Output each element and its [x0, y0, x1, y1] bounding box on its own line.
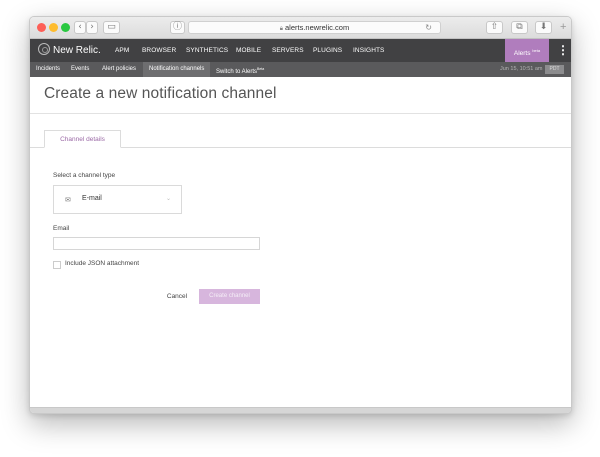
info-button[interactable]: ⓘ [170, 21, 185, 34]
nav-item-synthetics[interactable]: SYNTHETICS [186, 39, 228, 62]
json-attachment-checkbox[interactable] [53, 261, 61, 269]
nav-item-apm[interactable]: APM [115, 39, 129, 62]
subnav-item-alert-policies[interactable]: Alert policies [102, 62, 136, 77]
address-bar[interactable]: 🔒︎ alerts.newrelic.com ↻ [188, 21, 441, 34]
nav-item-alerts[interactable]: Alerts beta [505, 39, 549, 62]
subnav-item-switch-to-alerts[interactable]: Switch to AlertsBeta [216, 62, 264, 77]
back-button[interactable]: ‹ [74, 21, 86, 34]
nav-item-servers[interactable]: SERVERS [272, 39, 304, 62]
share-icon: ⇧ [490, 22, 499, 32]
switch-label: Switch to Alerts [216, 69, 258, 75]
zoom-window-button[interactable] [61, 23, 70, 32]
download-icon: ⬇︎ [539, 22, 548, 32]
cancel-button[interactable]: Cancel [162, 290, 192, 303]
subnav-item-incidents[interactable]: Incidents [36, 62, 60, 77]
email-icon: ✉︎ [65, 197, 71, 204]
switch-beta-badge: Beta [257, 67, 265, 71]
channel-type-value: E-mail [82, 195, 102, 202]
url-text: alerts.newrelic.com [285, 23, 350, 32]
forward-icon: › [90, 22, 94, 32]
minimize-window-button[interactable] [49, 23, 58, 32]
nav-item-plugins[interactable]: PLUGINS [313, 39, 342, 62]
close-window-button[interactable] [37, 23, 46, 32]
forward-button[interactable]: › [86, 21, 98, 34]
sidebar-icon: ▭ [107, 22, 116, 32]
nav-item-mobile[interactable]: MOBILE [236, 39, 261, 62]
safari-toolbar: ‹ › ▭ ⓘ 🔒︎ alerts.newrelic.com ↻ ⇧ ⧉ ⬇︎ + [30, 17, 571, 39]
nav-item-browser[interactable]: BROWSER [142, 39, 176, 62]
more-menu-icon[interactable]: ⋮ [557, 39, 569, 62]
window-bottom-bar [30, 407, 571, 413]
new-tab-button[interactable]: + [560, 21, 571, 34]
channel-type-label: Select a channel type [53, 172, 116, 179]
beta-badge: beta [532, 48, 541, 53]
channel-type-select[interactable]: ✉︎ E-mail ⌄ [53, 185, 182, 214]
logo-text: New Relic. [53, 45, 101, 56]
chevron-down-icon: ⌄ [166, 196, 172, 202]
tab-channel-details[interactable]: Channel details [44, 130, 121, 148]
timezone-badge[interactable]: PDT [545, 65, 564, 74]
lock-icon: 🔒︎ [279, 26, 283, 32]
back-icon: ‹ [78, 22, 82, 32]
new-relic-logo[interactable]: New Relic. [38, 43, 101, 58]
top-navigation: New Relic. APM BROWSER SYNTHETICS MOBILE… [30, 39, 571, 62]
share-button[interactable]: ⇧ [486, 21, 503, 34]
subnav-item-events[interactable]: Events [71, 62, 89, 77]
title-divider [30, 113, 571, 114]
email-label: Email [53, 225, 70, 232]
sub-navigation: Incidents Events Alert policies Notifica… [30, 62, 571, 77]
email-field[interactable] [53, 237, 260, 250]
create-channel-button[interactable]: Create channel [199, 289, 260, 304]
json-attachment-label: Include JSON attachment [65, 260, 140, 267]
plus-icon: + [560, 21, 567, 33]
downloads-button[interactable]: ⬇︎ [535, 21, 552, 34]
timestamp: Jun 15, 10:51 am [500, 66, 543, 72]
browser-window: ‹ › ▭ ⓘ 🔒︎ alerts.newrelic.com ↻ ⇧ ⧉ ⬇︎ +… [29, 16, 572, 414]
sidebar-button[interactable]: ▭ [103, 21, 120, 34]
new-relic-logo-icon [38, 43, 50, 55]
info-icon: ⓘ [172, 22, 182, 32]
nav-item-insights[interactable]: INSIGHTS [353, 39, 385, 62]
tabs-button[interactable]: ⧉ [511, 21, 528, 34]
reload-icon[interactable]: ↻ [425, 22, 432, 34]
subnav-item-notification-channels[interactable]: Notification channels [143, 62, 211, 77]
page-title: Create a new notification channel [44, 85, 277, 102]
tabs-icon: ⧉ [516, 22, 523, 32]
alerts-label: Alerts [513, 50, 531, 58]
